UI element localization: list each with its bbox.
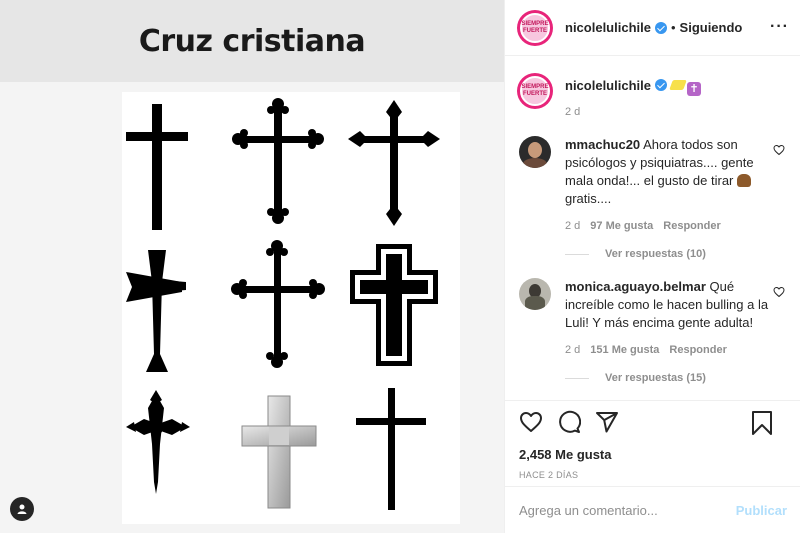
comment-time[interactable]: 2 d — [565, 220, 580, 232]
reply-button[interactable]: Responder — [663, 220, 720, 232]
comments-section[interactable]: SIEMPRE FUERTE nicolelulichile ✝ 2 d mmac… — [505, 57, 800, 399]
reply-button[interactable]: Responder — [669, 344, 726, 356]
verified-badge-icon — [654, 79, 667, 91]
verified-badge-icon — [654, 21, 667, 34]
comment-likes[interactable]: 151 Me gusta — [590, 344, 659, 356]
commenter-username[interactable]: mmachuc20 — [565, 137, 640, 152]
flared-cross — [126, 250, 186, 372]
author-username[interactable]: nicolelulichile — [565, 20, 651, 35]
likes-count[interactable]: 2,458 Me gusta — [519, 447, 787, 462]
comment-item: mmachuc20 Ahora todos son psicólogos y p… — [517, 136, 785, 260]
avatar-text: SIEMPRE FUERTE — [521, 20, 549, 34]
add-comment-bar: Publicar — [505, 486, 800, 533]
thin-cross — [356, 388, 426, 510]
comment-icon[interactable] — [557, 410, 581, 434]
pointed-cross-1 — [348, 100, 440, 226]
post-header: SIEMPRE FUERTE nicolelulichile • Siguien… — [505, 0, 800, 56]
post-image[interactable]: Cruz cristiana — [0, 0, 504, 533]
image-title-bar: Cruz cristiana — [0, 0, 504, 82]
budded-cross-2 — [231, 240, 325, 368]
commenter-username[interactable]: monica.aguayo.belmar — [565, 279, 706, 294]
gothic-cross — [126, 390, 190, 494]
view-replies-button[interactable]: Ver respuestas (15) — [565, 372, 785, 384]
user-tag-icon[interactable] — [10, 497, 34, 521]
commenter-avatar[interactable] — [519, 278, 551, 310]
comment-likes[interactable]: 97 Me gusta — [590, 220, 653, 232]
view-replies-button[interactable]: Ver respuestas (10) — [565, 248, 785, 260]
comment-item: monica.aguayo.belmar Qué increíble como … — [517, 278, 785, 384]
budded-cross-1 — [232, 98, 324, 224]
caption-username[interactable]: nicolelulichile — [565, 78, 651, 93]
comment-like-icon[interactable] — [773, 286, 785, 298]
heart-icon[interactable] — [519, 410, 543, 434]
header-separator: • — [670, 20, 676, 35]
comment-input[interactable] — [519, 502, 719, 518]
latin-cross-emoji: ✝ — [686, 82, 701, 96]
more-options-icon[interactable]: ··· — [770, 18, 789, 36]
gray-cross — [241, 395, 317, 509]
crosses-illustration — [122, 92, 460, 524]
poop-emoji — [737, 174, 751, 187]
comment-time[interactable]: 2 d — [565, 344, 580, 356]
following-button[interactable]: Siguiendo — [680, 20, 743, 35]
replies-divider — [565, 377, 589, 379]
view-replies-label: Ver respuestas (10) — [605, 248, 706, 260]
post-actions: 2,458 Me gusta HACE 2 DÍAS — [505, 400, 800, 486]
share-icon[interactable] — [595, 410, 619, 434]
outlined-cross — [350, 244, 438, 366]
commenter-avatar[interactable] — [519, 136, 551, 168]
post-details-panel: SIEMPRE FUERTE nicolelulichile • Siguien… — [504, 0, 800, 533]
comment-like-icon[interactable] — [773, 144, 785, 156]
publish-button[interactable]: Publicar — [736, 503, 787, 518]
bookmark-icon[interactable] — [751, 411, 773, 435]
comment-text-end: gratis.... — [565, 191, 612, 206]
view-replies-label: Ver respuestas (15) — [605, 372, 706, 384]
image-title: Cruz cristiana — [138, 23, 366, 59]
caption-time[interactable]: 2 d — [565, 106, 701, 118]
sparkles-emoji — [669, 80, 687, 90]
author-avatar[interactable]: SIEMPRE FUERTE — [517, 9, 553, 46]
caption-avatar[interactable]: SIEMPRE FUERTE — [517, 73, 553, 109]
latin-cross-1 — [126, 104, 188, 230]
post-timestamp[interactable]: HACE 2 DÍAS — [519, 470, 787, 480]
caption: SIEMPRE FUERTE nicolelulichile ✝ 2 d — [517, 73, 785, 118]
replies-divider — [565, 253, 589, 255]
